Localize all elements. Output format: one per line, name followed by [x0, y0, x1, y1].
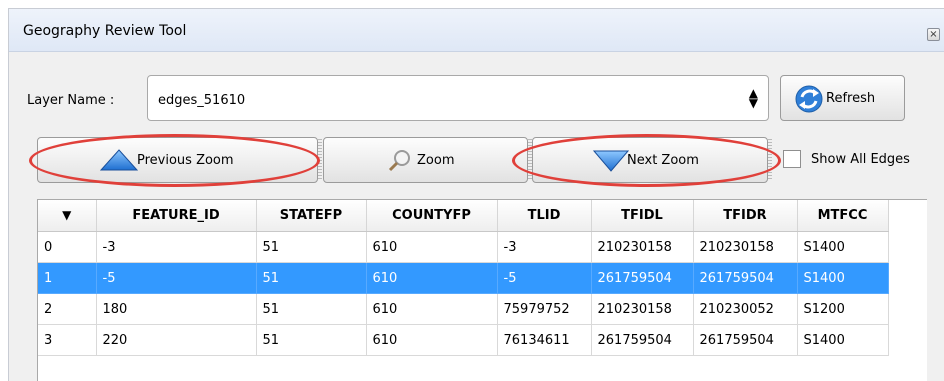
table-cell[interactable]: -3	[497, 231, 592, 263]
row-header[interactable]: 3	[38, 324, 97, 356]
table-cell[interactable]: -5	[497, 262, 592, 294]
table-cell[interactable]: 180	[96, 293, 257, 325]
table-cell[interactable]: 261759504	[591, 262, 694, 294]
show-all-edges-checkbox[interactable]	[783, 150, 801, 168]
table-cell[interactable]: 51	[256, 293, 367, 325]
column-header[interactable]: COUNTYFP	[366, 200, 498, 232]
column-header[interactable]: STATEFP	[256, 200, 367, 232]
button-grip	[768, 139, 772, 181]
feature-table-grid: ▼ FEATURE_ID STATEFP COUNTYFP TLID TFIDL…	[38, 200, 889, 356]
select-arrows-icon: ▲ ▼	[748, 86, 758, 110]
previous-zoom-label: Previous Zoom	[137, 153, 234, 168]
layer-name-value: edges_51610	[158, 93, 246, 108]
row-header[interactable]: 0	[38, 231, 97, 263]
table-cell[interactable]: 51	[256, 324, 367, 356]
corner-sort-button[interactable]: ▼	[38, 200, 97, 232]
table-cell[interactable]: 75979752	[497, 293, 592, 325]
table-cell[interactable]: S1400	[797, 262, 889, 294]
table-cell[interactable]: 261759504	[693, 262, 798, 294]
table-cell[interactable]: -3	[96, 231, 257, 263]
table-cell[interactable]: 76134611	[497, 324, 592, 356]
table-cell[interactable]: 210230158	[693, 231, 798, 263]
refresh-icon	[795, 85, 823, 113]
previous-zoom-button[interactable]: Previous Zoom	[37, 137, 318, 183]
column-header[interactable]: TFIDR	[693, 200, 798, 232]
window-title: Geography Review Tool	[23, 23, 187, 39]
magnifier-icon	[388, 150, 410, 172]
zoom-button[interactable]: Zoom	[323, 137, 528, 183]
row-header[interactable]: 1	[38, 262, 97, 294]
table-row[interactable]: 0 -3 51 610 -3 210230158 210230158 S1400	[38, 231, 889, 263]
zoom-label: Zoom	[417, 153, 455, 168]
table-cell[interactable]: 261759504	[591, 324, 694, 356]
table-header-row: ▼ FEATURE_ID STATEFP COUNTYFP TLID TFIDL…	[38, 200, 889, 232]
next-zoom-button[interactable]: Next Zoom	[532, 137, 768, 183]
feature-table: ▼ FEATURE_ID STATEFP COUNTYFP TLID TFIDL…	[37, 199, 927, 381]
table-cell[interactable]: S1400	[797, 231, 889, 263]
triangle-down-icon	[593, 150, 629, 172]
table-cell[interactable]: 210230052	[693, 293, 798, 325]
column-header[interactable]: TFIDL	[591, 200, 694, 232]
table-row[interactable]: 2 180 51 610 75979752 210230158 21023005…	[38, 293, 889, 325]
layer-name-select[interactable]: edges_51610 ▲ ▼	[147, 75, 769, 121]
table-cell[interactable]: S1200	[797, 293, 889, 325]
table-cell[interactable]: 610	[366, 262, 498, 294]
refresh-label: Refresh	[826, 91, 876, 106]
table-cell[interactable]: 220	[96, 324, 257, 356]
column-header[interactable]: MTFCC	[797, 200, 889, 232]
column-header[interactable]: TLID	[497, 200, 592, 232]
row-header[interactable]: 2	[38, 293, 97, 325]
title-bar: Geography Review Tool ×	[9, 9, 944, 52]
table-cell[interactable]: S1400	[797, 324, 889, 356]
triangle-up-icon	[100, 149, 138, 171]
table-cell[interactable]: 51	[256, 231, 367, 263]
table-cell[interactable]: 610	[366, 293, 498, 325]
table-cell[interactable]: 610	[366, 324, 498, 356]
table-cell[interactable]: -5	[96, 262, 257, 294]
show-all-edges-label: Show All Edges	[811, 152, 910, 167]
table-row[interactable]: 3 220 51 610 76134611 261759504 26175950…	[38, 324, 889, 356]
table-cell[interactable]: 261759504	[693, 324, 798, 356]
button-grip	[318, 139, 322, 181]
table-cell[interactable]: 610	[366, 231, 498, 263]
table-cell[interactable]: 210230158	[591, 293, 694, 325]
chevron-down-icon: ▼	[62, 208, 72, 222]
table-cell[interactable]: 210230158	[591, 231, 694, 263]
table-row-selected[interactable]: 1 -5 51 610 -5 261759504 261759504 S1400	[38, 262, 889, 294]
next-zoom-label: Next Zoom	[627, 153, 699, 168]
table-cell[interactable]: 51	[256, 262, 367, 294]
column-header[interactable]: FEATURE_ID	[96, 200, 257, 232]
layer-name-label: Layer Name :	[27, 93, 115, 108]
refresh-button[interactable]: Refresh	[780, 75, 905, 121]
close-icon[interactable]: ×	[927, 28, 940, 41]
